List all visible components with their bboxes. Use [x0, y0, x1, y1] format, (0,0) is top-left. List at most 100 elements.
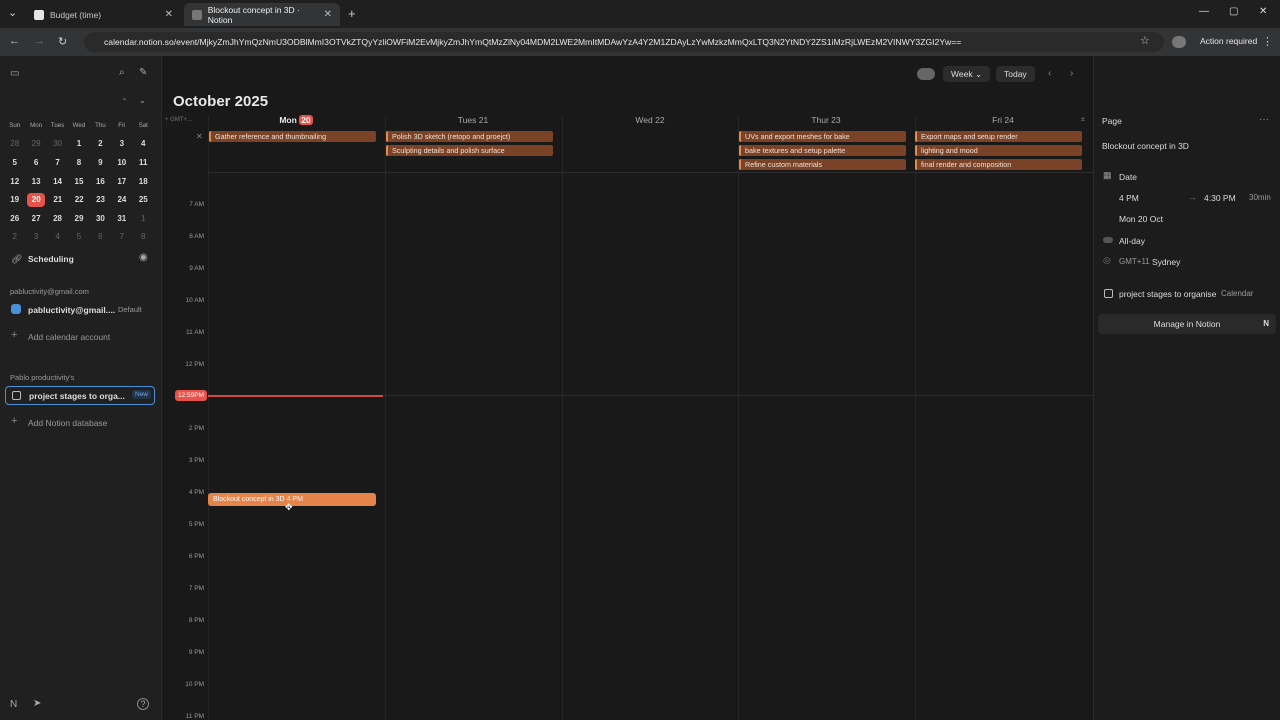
day-cell[interactable]: 29	[25, 139, 46, 148]
help-icon[interactable]: ?	[137, 698, 149, 710]
calendar-color-icon[interactable]	[11, 304, 21, 314]
new-tab-icon[interactable]: +	[348, 6, 356, 21]
event-date[interactable]: Mon 20 Oct	[1119, 214, 1163, 224]
start-time[interactable]: 4 PM	[1119, 193, 1139, 203]
sidebar-toggle-icon[interactable]: ▭	[10, 68, 19, 79]
manage-in-notion-button[interactable]: Manage in Notion N	[1098, 314, 1276, 334]
day-cell[interactable]: 2	[90, 139, 111, 148]
timezone-offset[interactable]: GMT+11	[1119, 257, 1150, 266]
action-required-button[interactable]: Action required	[1200, 36, 1257, 46]
day-cell[interactable]: 3	[25, 232, 46, 241]
allday-event[interactable]: Refine custom materials	[739, 159, 906, 170]
more-options-icon[interactable]: ···	[1259, 114, 1269, 125]
allday-event[interactable]: Polish 3D sketch (retopo and proejct)	[386, 131, 553, 142]
day-cell[interactable]: 30	[90, 214, 111, 223]
day-cell[interactable]: 31	[111, 214, 132, 223]
day-cell[interactable]: 17	[111, 177, 132, 186]
day-cell-today[interactable]: 20	[27, 192, 46, 207]
prev-week-icon[interactable]: ‹	[1048, 68, 1051, 79]
day-cell[interactable]: 14	[47, 177, 68, 186]
database-item[interactable]: project stages to orga... New	[5, 386, 155, 405]
search-icon[interactable]: ⌕	[119, 67, 125, 78]
timezone-city[interactable]: Sydney	[1152, 257, 1180, 267]
allday-event[interactable]: final render and composition	[915, 159, 1082, 170]
notion-icon[interactable]: N	[10, 699, 17, 710]
today-button[interactable]: Today	[996, 66, 1035, 82]
day-cell[interactable]: 5	[68, 232, 89, 241]
event-title[interactable]: Blockout concept in 3D	[1102, 141, 1189, 151]
allday-event[interactable]: UVs and export meshes for bake	[739, 131, 906, 142]
day-cell[interactable]: 7	[47, 158, 68, 167]
compose-icon[interactable]: ✎	[139, 67, 147, 78]
day-cell[interactable]: 12	[4, 177, 25, 186]
day-cell[interactable]: 19	[4, 195, 25, 204]
day-cell[interactable]: 6	[25, 158, 46, 167]
day-cell[interactable]: 1	[68, 139, 89, 148]
day-cell[interactable]: 5	[4, 158, 25, 167]
day-header-thu[interactable]: Thur 23	[738, 115, 914, 125]
day-cell[interactable]: 2	[4, 232, 25, 241]
allday-event[interactable]: bake textures and setup palette	[739, 145, 906, 156]
day-cell[interactable]: 8	[68, 158, 89, 167]
expand-icon[interactable]: ±	[1081, 116, 1085, 123]
collapse-icon[interactable]: ✕	[196, 132, 203, 141]
day-cell[interactable]: 11	[133, 158, 154, 167]
view-selector[interactable]: Week ⌄	[943, 66, 991, 82]
scheduling-link[interactable]: Scheduling	[28, 254, 74, 264]
close-window-icon[interactable]: ✕	[1259, 6, 1267, 17]
url-field[interactable]: calendar.notion.so/event/MjkyZmJhYmQzNmU…	[84, 32, 1164, 52]
maximize-icon[interactable]: ▢	[1229, 6, 1238, 17]
day-header-tue[interactable]: Tues 21	[385, 115, 561, 125]
tab-search-icon[interactable]: ⌄	[8, 6, 17, 19]
day-cell[interactable]: 28	[4, 139, 25, 148]
chevron-up-icon[interactable]: ⌃	[121, 97, 128, 106]
avatar[interactable]	[1172, 36, 1186, 48]
day-cell[interactable]: 23	[90, 195, 111, 204]
day-header-mon[interactable]: Mon 20	[208, 115, 384, 125]
eye-icon[interactable]: ◉	[139, 252, 148, 263]
day-cell[interactable]: 28	[47, 214, 68, 223]
send-icon[interactable]: ➤	[33, 698, 41, 709]
day-cell[interactable]: 27	[25, 214, 46, 223]
account-calendar[interactable]: pabluctivity@gmail....	[28, 305, 115, 315]
day-cell[interactable]: 9	[90, 158, 111, 167]
tab-blockout[interactable]: Blockout concept in 3D · Notion ✕	[184, 3, 340, 26]
day-cell[interactable]: 30	[47, 139, 68, 148]
allday-event[interactable]: Gather reference and thumbnailing	[209, 131, 376, 142]
bookmark-star-icon[interactable]: ☆	[1140, 34, 1150, 47]
allday-toggle[interactable]	[1103, 237, 1113, 243]
more-icon[interactable]: ⋮	[1262, 35, 1273, 48]
day-cell[interactable]: 22	[68, 195, 89, 204]
day-cell[interactable]: 7	[111, 232, 132, 241]
day-cell[interactable]: 3	[111, 139, 132, 148]
end-time[interactable]: 4:30 PM	[1204, 193, 1236, 203]
allday-event[interactable]: Sculpting details and polish surface	[386, 145, 553, 156]
day-cell[interactable]: 10	[111, 158, 132, 167]
day-cell[interactable]: 1	[133, 214, 154, 223]
day-cell[interactable]: 18	[133, 177, 154, 186]
day-cell[interactable]: 15	[68, 177, 89, 186]
reload-icon[interactable]: ↻	[58, 35, 67, 48]
day-cell[interactable]: 26	[4, 214, 25, 223]
day-cell[interactable]: 8	[133, 232, 154, 241]
day-header-fri[interactable]: Fri 24	[915, 115, 1091, 125]
forward-icon[interactable]: →	[34, 35, 45, 47]
day-cell[interactable]: 21	[47, 195, 68, 204]
avatar-group[interactable]	[917, 68, 935, 80]
day-cell[interactable]: 4	[47, 232, 68, 241]
minimize-icon[interactable]: —	[1199, 6, 1209, 17]
day-cell[interactable]: 6	[90, 232, 111, 241]
close-icon[interactable]: ✕	[165, 9, 173, 20]
allday-event[interactable]: Export maps and setup render	[915, 131, 1082, 142]
add-database-button[interactable]: Add Notion database	[28, 418, 107, 428]
tab-budget[interactable]: Budget (time) ✕	[26, 3, 181, 26]
database-name[interactable]: project stages to organise	[1119, 289, 1216, 299]
day-cell[interactable]: 13	[25, 177, 46, 186]
close-icon[interactable]: ✕	[324, 9, 332, 20]
add-calendar-button[interactable]: Add calendar account	[28, 332, 110, 342]
day-cell[interactable]: 4	[133, 139, 154, 148]
next-week-icon[interactable]: ›	[1070, 68, 1073, 79]
back-icon[interactable]: ←	[9, 35, 20, 47]
allday-event[interactable]: lighting and mood	[915, 145, 1082, 156]
day-cell[interactable]: 25	[133, 195, 154, 204]
